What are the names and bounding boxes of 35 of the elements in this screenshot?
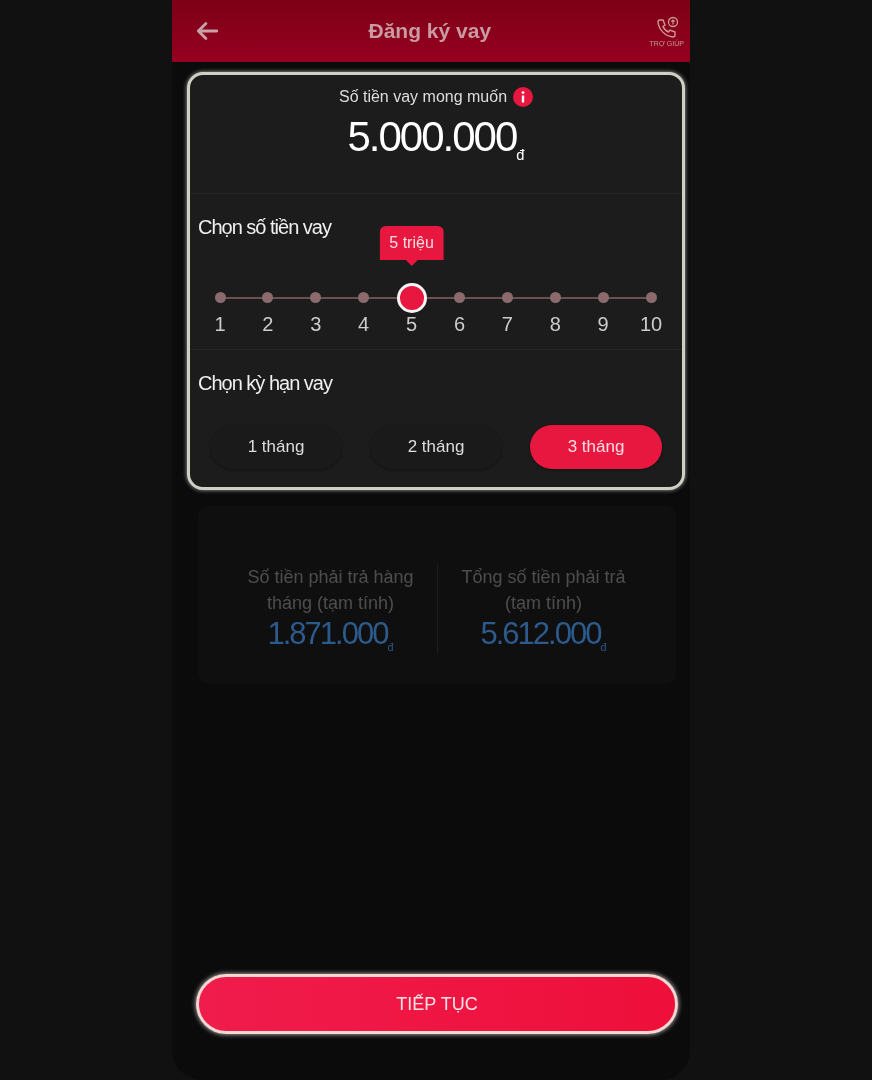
amount-label: Số tiền vay mong muốn bbox=[338, 88, 508, 106]
section-title: Chọn kỳ hạn vay bbox=[198, 372, 334, 396]
step-label: 5 bbox=[406, 313, 418, 337]
continue-button[interactable]: TIẾP TỤC bbox=[196, 974, 678, 1034]
slider-step[interactable] bbox=[262, 292, 274, 304]
slider-step[interactable] bbox=[645, 292, 657, 304]
slider-thumb[interactable] bbox=[396, 283, 427, 314]
summary-value: 1.871.000$_{đ}$ bbox=[267, 616, 394, 654]
step-label: 1 bbox=[214, 313, 226, 337]
value-tooltip: 5 triệu bbox=[379, 226, 444, 267]
term-option[interactable]: 1 tháng bbox=[210, 425, 342, 470]
slider-step[interactable] bbox=[214, 292, 226, 304]
step-label: 7 bbox=[501, 313, 513, 337]
screen-title: Đăng ký vay bbox=[367, 19, 493, 43]
step-label: 4 bbox=[358, 313, 370, 337]
step-label: 6 bbox=[453, 313, 465, 337]
slider-step[interactable] bbox=[597, 292, 609, 304]
loan-amount: 5.000.000$_{đ}$ bbox=[346, 113, 526, 164]
step-label: 8 bbox=[549, 313, 561, 337]
step-label: 10 bbox=[639, 313, 663, 337]
term-option[interactable]: 2 tháng bbox=[370, 425, 502, 470]
step-label: 9 bbox=[597, 313, 609, 337]
summary-label: Tổng số tiền phải trả (tạm tính) bbox=[460, 566, 627, 616]
step-label: 3 bbox=[310, 313, 322, 337]
slider-step[interactable] bbox=[310, 292, 322, 304]
summary-value: 5.612.000$_{đ}$ bbox=[480, 616, 607, 654]
section-title: Chọn số tiền vay bbox=[198, 216, 333, 240]
term-option[interactable]: 3 tháng bbox=[530, 425, 662, 470]
info-icon[interactable] bbox=[513, 87, 534, 107]
slider-step[interactable] bbox=[453, 292, 465, 304]
slider-step[interactable] bbox=[549, 292, 561, 304]
slider-step[interactable] bbox=[358, 292, 370, 304]
summary-label: Số tiền phải trả hàng tháng (tạm tính) bbox=[246, 566, 415, 616]
step-label: 2 bbox=[262, 313, 274, 337]
slider-step[interactable] bbox=[501, 292, 513, 304]
